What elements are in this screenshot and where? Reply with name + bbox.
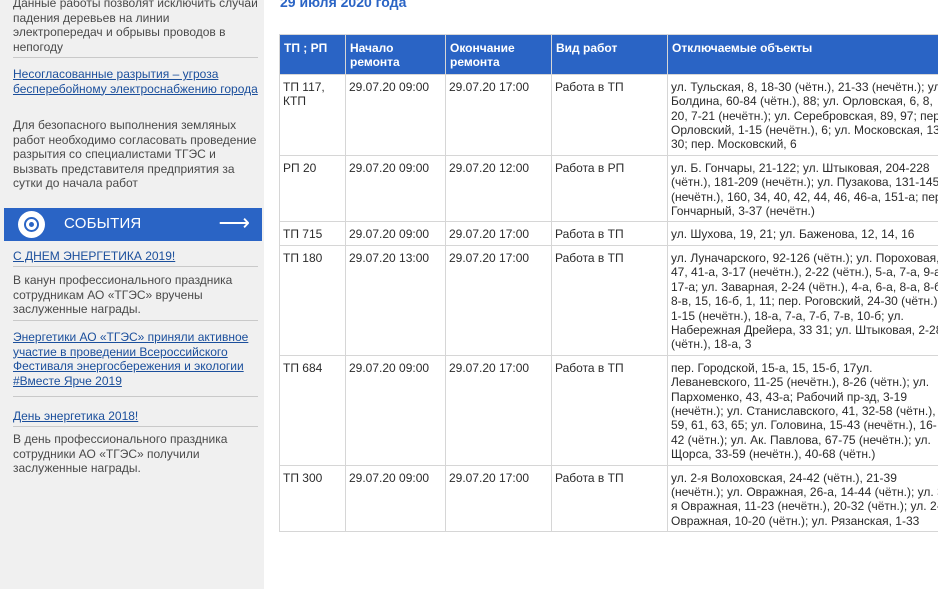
cell-work-type: Работа в ТП bbox=[551, 73, 668, 156]
cell-substation: ТП 180 bbox=[279, 244, 346, 356]
outages-table: ТП ; РП Начало ремонта Окончание ремонта… bbox=[279, 34, 938, 533]
event-link-3[interactable]: День энергетика 2018! bbox=[13, 409, 258, 424]
cell-start: 29.07.20 09:00 bbox=[345, 354, 446, 466]
cell-work-type: Работа в РП bbox=[551, 154, 668, 223]
cell-end: 29.07.20 17:00 bbox=[445, 244, 552, 356]
arrow-right-icon: ⟶ bbox=[218, 210, 250, 235]
cell-objects: ул. Луначарского, 92-126 (чётн.); ул. По… bbox=[667, 244, 938, 356]
cell-start: 29.07.20 09:00 bbox=[345, 221, 446, 246]
event-text-1: В канун профессионального праздника сотр… bbox=[13, 273, 233, 316]
news-link[interactable]: Несогласованные разрытия – угроза беспер… bbox=[13, 67, 258, 96]
cell-work-type: Работа в ТП bbox=[551, 464, 668, 533]
table-header-row: ТП ; РП Начало ремонта Окончание ремонта… bbox=[279, 34, 938, 75]
cell-end: 29.07.20 17:00 bbox=[445, 354, 552, 466]
page-date-heading: 29 июля 2020 года bbox=[280, 0, 407, 10]
events-header-button[interactable]: СОБЫТИЯ ⟶ bbox=[4, 208, 262, 241]
sidebar-divider bbox=[13, 320, 258, 321]
sidebar-intro-text: Данные работы позволят исключить случаи … bbox=[13, 0, 258, 54]
events-icon bbox=[18, 211, 45, 238]
events-header-label: СОБЫТИЯ bbox=[64, 215, 142, 232]
column-header-objects: Отключаемые объекты bbox=[667, 34, 938, 75]
sidebar-divider bbox=[13, 426, 258, 427]
cell-end: 29.07.20 17:00 bbox=[445, 73, 552, 156]
table-row: ТП 715 29.07.20 09:00 29.07.20 17:00 Раб… bbox=[279, 221, 938, 246]
cell-work-type: Работа в ТП bbox=[551, 244, 668, 356]
cell-start: 29.07.20 13:00 bbox=[345, 244, 446, 356]
event-text-3: В день профессионального праздника сотру… bbox=[13, 432, 228, 475]
cell-start: 29.07.20 09:00 bbox=[345, 73, 446, 156]
column-header-start: Начало ремонта bbox=[345, 34, 446, 75]
news-text: Для безопасного выполнения земляных рабо… bbox=[13, 118, 257, 190]
event-link-2[interactable]: Энергетики АО «ТГЭС» приняли активное уч… bbox=[13, 330, 258, 388]
cell-work-type: Работа в ТП bbox=[551, 354, 668, 466]
cell-objects: ул. Тульская, 8, 18-30 (чётн.), 21-33 (н… bbox=[667, 73, 938, 156]
table-row: ТП 180 29.07.20 13:00 29.07.20 17:00 Раб… bbox=[279, 244, 938, 356]
event-link-1[interactable]: С ДНЕМ ЭНЕРГЕТИКА 2019! bbox=[13, 249, 258, 264]
column-header-work-type: Вид работ bbox=[551, 34, 668, 75]
cell-end: 29.07.20 12:00 bbox=[445, 154, 552, 223]
cell-start: 29.07.20 09:00 bbox=[345, 154, 446, 223]
cell-end: 29.07.20 17:00 bbox=[445, 221, 552, 246]
cell-substation: РП 20 bbox=[279, 154, 346, 223]
table-row: ТП 300 29.07.20 09:00 29.07.20 17:00 Раб… bbox=[279, 464, 938, 533]
cell-substation: ТП 684 bbox=[279, 354, 346, 466]
table-row: ТП 117, КТП 29.07.20 09:00 29.07.20 17:0… bbox=[279, 73, 938, 156]
sidebar: Данные работы позволят исключить случаи … bbox=[0, 0, 264, 589]
cell-substation: ТП 300 bbox=[279, 464, 346, 533]
cell-objects: ул. 2-я Волоховская, 24-42 (чётн.), 21-3… bbox=[667, 464, 938, 533]
table-row: ТП 684 29.07.20 09:00 29.07.20 17:00 Раб… bbox=[279, 354, 938, 466]
cell-substation: ТП 117, КТП bbox=[279, 73, 346, 156]
cell-objects: ул. Шухова, 19, 21; ул. Баженова, 12, 14… bbox=[667, 221, 938, 246]
table-row: РП 20 29.07.20 09:00 29.07.20 12:00 Рабо… bbox=[279, 154, 938, 223]
cell-objects: пер. Городской, 15-а, 15, 15-б, 17ул. Ле… bbox=[667, 354, 938, 466]
cell-work-type: Работа в ТП bbox=[551, 221, 668, 246]
sidebar-divider bbox=[13, 396, 258, 397]
sidebar-divider bbox=[13, 57, 258, 58]
column-header-substation: ТП ; РП bbox=[279, 34, 346, 75]
sidebar-divider bbox=[13, 266, 258, 267]
column-header-end: Окончание ремонта bbox=[445, 34, 552, 75]
cell-objects: ул. Б. Гончары, 21-122; ул. Штыковая, 20… bbox=[667, 154, 938, 223]
cell-end: 29.07.20 17:00 bbox=[445, 464, 552, 533]
cell-substation: ТП 715 bbox=[279, 221, 346, 246]
cell-start: 29.07.20 09:00 bbox=[345, 464, 446, 533]
